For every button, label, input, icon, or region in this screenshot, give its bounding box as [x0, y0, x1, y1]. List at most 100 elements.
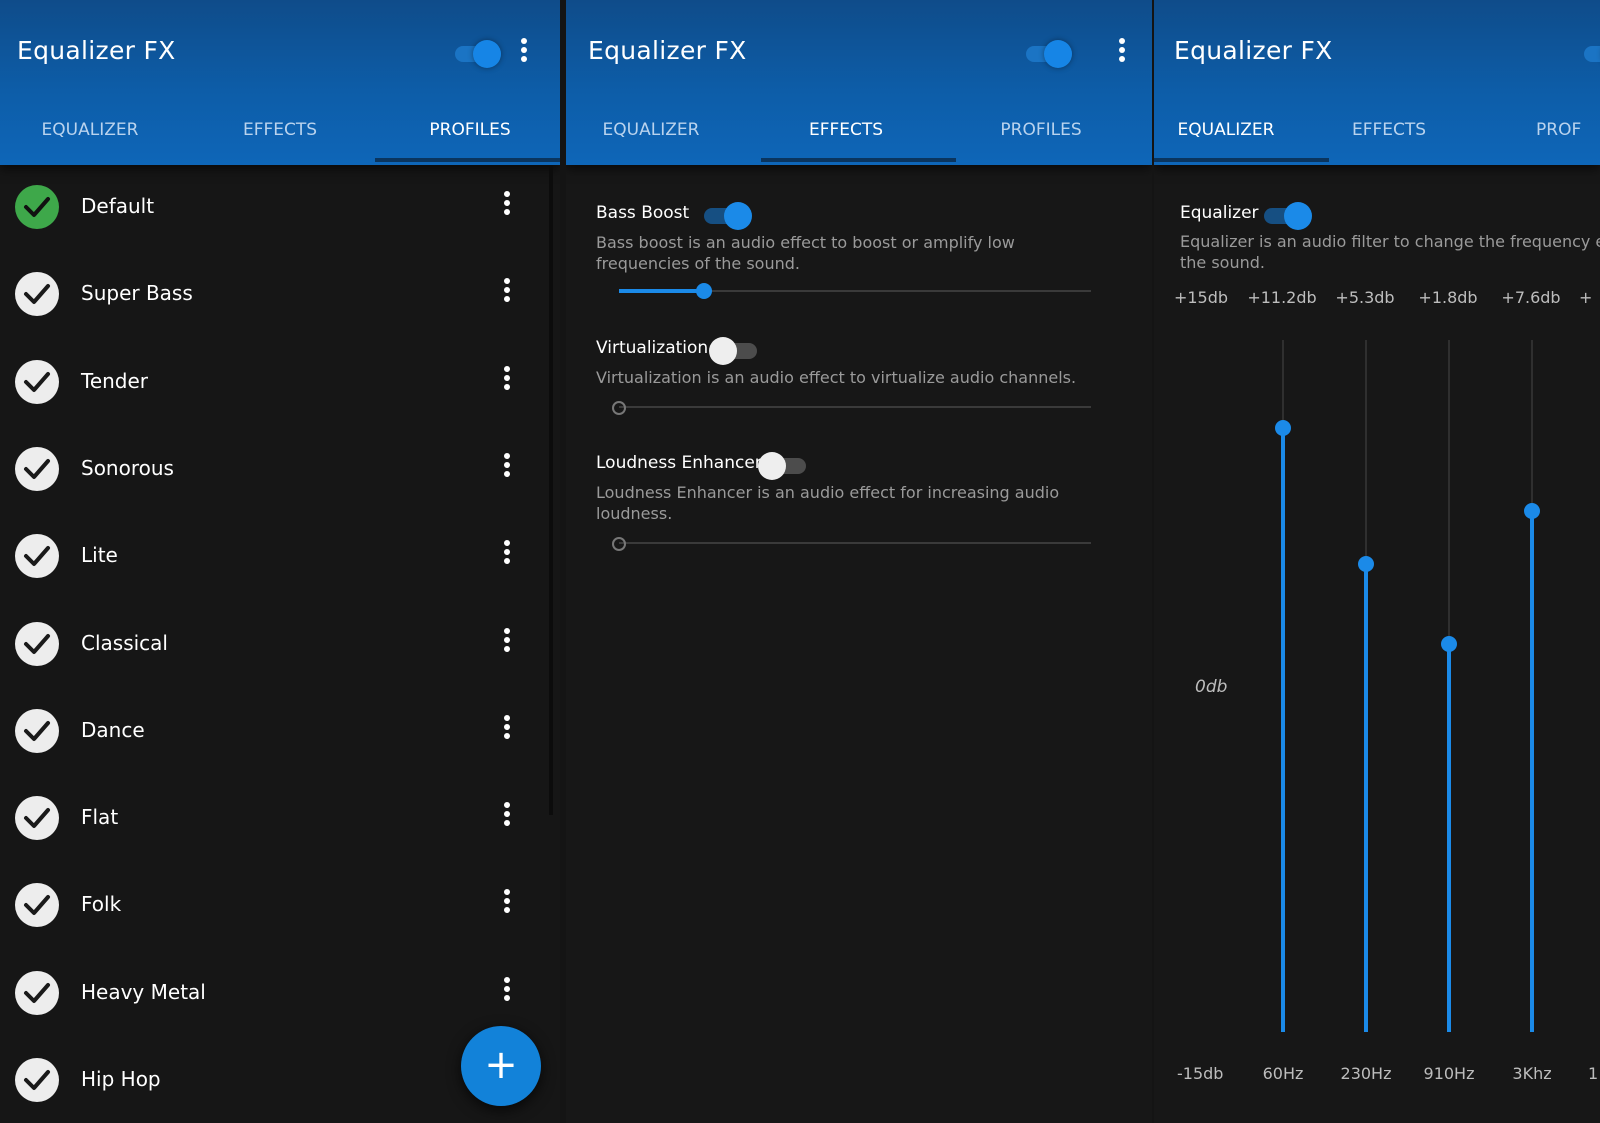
tab-bar: EQUALIZER EFFECTS PROFILES [0, 112, 560, 162]
app-title: Equalizer FX [1174, 36, 1333, 65]
toggle-knob [1044, 40, 1072, 68]
profile-item[interactable]: Folk [0, 865, 545, 951]
tab-effects[interactable]: EFFECTS [1319, 120, 1459, 140]
app-bar: Equalizer FX EQUALIZER EFFECTS PROFILES [0, 0, 560, 165]
virtualization-label: Virtualization [596, 338, 709, 358]
check-icon[interactable] [15, 359, 59, 404]
tab-bar: EQUALIZER EFFECTS PROFILES [566, 112, 1152, 162]
band-freq-label: 910Hz [1423, 1064, 1475, 1083]
description-line: Equalizer is an audio filter to change t… [1180, 232, 1600, 251]
check-icon[interactable] [15, 621, 59, 666]
band-gain-label: +11.2db [1247, 288, 1317, 307]
bass-boost-slider[interactable] [619, 281, 1091, 301]
tab-profiles[interactable]: PROF [1536, 120, 1596, 140]
profile-name: Dance [81, 717, 145, 742]
tab-profiles[interactable]: PROFILES [971, 120, 1111, 140]
profile-name: Lite [81, 543, 118, 568]
profile-item[interactable]: Lite [0, 516, 545, 602]
profile-name: Tender [81, 368, 149, 393]
overflow-menu-icon[interactable] [1114, 38, 1130, 68]
check-icon[interactable] [15, 534, 59, 579]
bass-boost-toggle[interactable] [702, 201, 752, 231]
profile-item[interactable]: Flat [0, 778, 545, 864]
profile-menu-icon[interactable] [500, 365, 514, 396]
equalizer-description: Equalizer is an audio filter to change t… [1180, 231, 1600, 273]
profile-name: Classical [81, 630, 168, 655]
zero-db-label: 0db [1195, 677, 1228, 697]
check-icon[interactable] [15, 883, 59, 928]
band-gain-label: + [1579, 288, 1593, 307]
profile-item[interactable]: Default [0, 167, 545, 253]
profile-name: Default [81, 194, 155, 218]
tab-effects[interactable]: EFFECTS [210, 120, 350, 140]
profile-menu-icon[interactable] [500, 889, 514, 919]
profile-menu-icon[interactable] [500, 191, 514, 221]
equalizer-label: Equalizer [1180, 203, 1259, 223]
band-gain-label: +1.8db [1418, 288, 1478, 307]
profile-name: Super Bass [81, 281, 193, 306]
check-icon[interactable] [15, 185, 59, 229]
band-slider-60hz[interactable] [1273, 340, 1293, 1032]
bass-boost-label: Bass Boost [596, 203, 690, 223]
profiles-screen: Equalizer FX EQUALIZER EFFECTS PROFILES … [0, 0, 560, 1123]
active-tab-indicator [761, 158, 956, 162]
description-line: loudness. [596, 504, 673, 523]
profile-name: Folk [81, 892, 122, 917]
band-gain-label: +5.3db [1335, 288, 1395, 307]
virtualization-description: Virtualization is an audio effect to vir… [596, 367, 1076, 388]
profile-item[interactable]: Classical [0, 604, 545, 690]
virtualization-toggle[interactable] [709, 336, 759, 366]
power-toggle[interactable] [1026, 40, 1072, 68]
band-slider-910hz[interactable] [1439, 340, 1459, 1032]
tab-bar: EQUALIZER EFFECTS PROF [1154, 112, 1600, 162]
app-title: Equalizer FX [588, 36, 747, 65]
app-bar: Equalizer FX EQUALIZER EFFECTS PROF [1154, 0, 1600, 165]
app-bar: Equalizer FX EQUALIZER EFFECTS PROFILES [566, 0, 1152, 165]
check-icon[interactable] [15, 272, 59, 317]
description-line: Virtualization is an audio effect to vir… [596, 368, 1077, 387]
profile-name: Sonorous [81, 455, 174, 480]
profile-menu-icon[interactable] [500, 452, 514, 483]
band-gain-label: +7.6db [1501, 288, 1561, 307]
profile-item[interactable]: Dance [0, 691, 545, 777]
band-freq-label: 60Hz [1262, 1064, 1304, 1083]
profile-item[interactable]: Tender [0, 342, 545, 428]
power-toggle[interactable] [455, 40, 501, 68]
loudness-enhancer-slider[interactable] [612, 533, 1091, 553]
check-icon[interactable] [15, 708, 59, 753]
tab-equalizer[interactable]: EQUALIZER [581, 120, 721, 140]
band-slider-230hz[interactable] [1356, 340, 1376, 1032]
overflow-menu-icon[interactable] [516, 38, 532, 68]
tab-profiles[interactable]: PROFILES [400, 120, 540, 140]
description-line: the sound. [1180, 253, 1265, 272]
loudness-enhancer-description: Loudness Enhancer is an audio effect for… [596, 482, 1059, 524]
check-icon[interactable] [15, 970, 59, 1015]
profile-menu-icon[interactable] [500, 802, 514, 832]
profile-item[interactable]: Super Bass [0, 254, 545, 340]
profile-menu-icon[interactable] [500, 540, 514, 570]
profile-menu-icon[interactable] [500, 278, 514, 308]
check-icon[interactable] [15, 446, 59, 491]
equalizer-toggle[interactable] [1262, 201, 1312, 231]
virtualization-slider[interactable] [612, 397, 1091, 417]
band-freq-label: 1 [1588, 1064, 1599, 1083]
loudness-enhancer-label: Loudness Enhancer [596, 453, 762, 473]
loudness-enhancer-toggle[interactable] [758, 451, 808, 481]
profile-item[interactable]: Heavy Metal [0, 953, 545, 1039]
min-db-label: -15db [1177, 1064, 1224, 1083]
tab-effects[interactable]: EFFECTS [776, 120, 916, 140]
profile-menu-icon[interactable] [500, 714, 514, 745]
profile-menu-icon[interactable] [500, 627, 514, 658]
band-freq-label: 3Khz [1512, 1064, 1552, 1083]
tab-equalizer[interactable]: EQUALIZER [1156, 120, 1296, 140]
profile-name: Flat [81, 805, 119, 830]
check-icon[interactable] [15, 1058, 59, 1102]
band-slider-3khz[interactable] [1522, 340, 1542, 1032]
tab-equalizer[interactable]: EQUALIZER [20, 120, 160, 140]
check-icon[interactable] [15, 796, 59, 841]
add-profile-button[interactable]: + [461, 1026, 541, 1106]
profile-menu-icon[interactable] [500, 976, 514, 1007]
power-toggle[interactable] [1584, 40, 1600, 68]
scrollbar[interactable] [549, 165, 553, 815]
profile-item[interactable]: Sonorous [0, 429, 545, 515]
